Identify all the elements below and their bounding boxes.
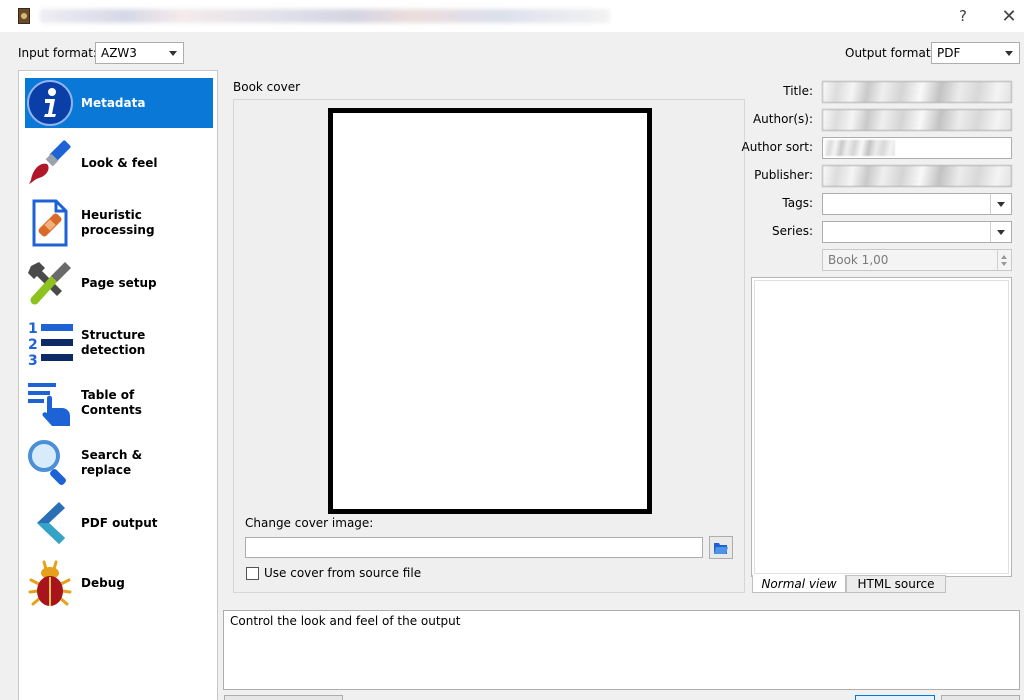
chevron-down-icon bbox=[169, 51, 177, 56]
series-label: Series: bbox=[772, 224, 813, 238]
sidebar-item-structure-detection[interactable]: 1 2 3 Structure detection bbox=[25, 318, 213, 369]
author-sort-redacted bbox=[825, 140, 895, 156]
title-field[interactable] bbox=[822, 81, 1012, 103]
bug-icon bbox=[25, 558, 75, 608]
output-format-select[interactable]: PDF bbox=[931, 42, 1020, 64]
close-button[interactable]: ✕ bbox=[986, 0, 1024, 32]
restore-defaults-button[interactable] bbox=[224, 695, 343, 700]
cancel-button[interactable] bbox=[941, 695, 1020, 700]
wrench-screwdriver-icon bbox=[25, 258, 75, 308]
divider bbox=[990, 222, 991, 242]
sidebar-item-table-of-contents[interactable]: Table of Contents bbox=[25, 378, 213, 428]
chevron-down-icon bbox=[997, 230, 1005, 235]
numbered-list-icon: 1 2 3 bbox=[25, 318, 75, 369]
comments-text-area[interactable] bbox=[754, 280, 1009, 574]
sidebar-item-label: Look & feel bbox=[81, 155, 158, 170]
publisher-field[interactable] bbox=[822, 165, 1012, 187]
sidebar-item-pdf-output[interactable]: PDF output bbox=[25, 498, 213, 548]
sidebar-item-label: Debug bbox=[81, 575, 125, 590]
sidebar-item-metadata[interactable]: Metadata bbox=[25, 78, 213, 128]
svg-text:2: 2 bbox=[28, 337, 38, 353]
sidebar-item-label: Metadata bbox=[81, 95, 146, 110]
output-format-value: PDF bbox=[937, 46, 961, 60]
chevron-down-icon[interactable] bbox=[1001, 262, 1007, 266]
spinner-divider bbox=[997, 250, 1011, 270]
title-label: Title: bbox=[783, 84, 813, 98]
sidebar-item-label-2: Contents bbox=[81, 403, 142, 417]
svg-text:3: 3 bbox=[28, 353, 38, 368]
help-text: Control the look and feel of the output bbox=[230, 614, 461, 628]
svg-text:1: 1 bbox=[28, 321, 38, 337]
sidebar-item-label: Structure bbox=[81, 328, 146, 342]
sidebar-item-label-2: replace bbox=[81, 463, 132, 477]
author-sort-field[interactable] bbox=[822, 137, 1012, 159]
book-cover-heading: Book cover bbox=[233, 80, 301, 94]
help-text-box: Control the look and feel of the output bbox=[223, 610, 1020, 690]
input-format-select[interactable]: AZW3 bbox=[95, 42, 184, 64]
input-format-label: Input format: bbox=[18, 46, 97, 60]
document-bandage-icon bbox=[25, 198, 75, 248]
authors-field[interactable] bbox=[822, 109, 1012, 131]
sidebar-item-label-2: detection bbox=[81, 343, 146, 357]
use-source-cover-checkbox[interactable] bbox=[246, 567, 259, 580]
series-index-spinner[interactable]: Book 1,00 bbox=[822, 249, 1012, 271]
series-index-value: Book 1,00 bbox=[828, 253, 889, 267]
app-icon bbox=[18, 8, 30, 24]
chevron-left-icon bbox=[25, 498, 75, 548]
folder-open-icon bbox=[714, 542, 728, 554]
sidebar: Metadata Look & feel Heuristic processin… bbox=[18, 70, 218, 700]
magnifier-icon bbox=[25, 438, 75, 488]
authors-label: Author(s): bbox=[752, 112, 813, 126]
output-format-label: Output format: bbox=[845, 46, 935, 60]
sidebar-item-label: Search & bbox=[81, 448, 143, 462]
sidebar-item-heuristic-processing[interactable]: Heuristic processing bbox=[25, 198, 213, 248]
ok-button[interactable] bbox=[855, 695, 935, 700]
help-button[interactable]: ? bbox=[940, 0, 986, 32]
author-sort-label: Author sort: bbox=[741, 140, 814, 154]
chevron-down-icon bbox=[997, 202, 1005, 207]
input-format-value: AZW3 bbox=[101, 46, 137, 60]
chevron-down-icon bbox=[1005, 51, 1013, 56]
cover-path-input[interactable] bbox=[245, 537, 703, 558]
browse-cover-button[interactable] bbox=[709, 536, 733, 559]
use-source-cover-label: Use cover from source file bbox=[264, 566, 422, 580]
sidebar-item-page-setup[interactable]: Page setup bbox=[25, 258, 213, 308]
paintbrush-icon bbox=[25, 138, 75, 188]
divider bbox=[990, 194, 991, 214]
sidebar-item-label: Heuristic bbox=[81, 208, 142, 222]
tags-field[interactable] bbox=[822, 193, 1012, 215]
sidebar-item-label-2: processing bbox=[81, 223, 155, 237]
change-cover-label: Change cover image: bbox=[245, 516, 374, 530]
sidebar-item-label: PDF output bbox=[81, 515, 158, 530]
info-icon bbox=[25, 78, 75, 128]
sidebar-item-look-and-feel[interactable]: Look & feel bbox=[25, 138, 213, 188]
comments-editor[interactable] bbox=[751, 277, 1012, 577]
sidebar-item-debug[interactable]: Debug bbox=[25, 558, 213, 608]
sidebar-item-label: Page setup bbox=[81, 275, 157, 290]
tab-html-source[interactable]: HTML source bbox=[846, 575, 946, 593]
tags-label: Tags: bbox=[782, 196, 813, 210]
book-cover-image bbox=[328, 108, 652, 514]
series-field[interactable] bbox=[822, 221, 1012, 243]
toc-hand-icon bbox=[25, 378, 75, 428]
sidebar-item-search-replace[interactable]: Search & replace bbox=[25, 438, 213, 488]
chevron-up-icon[interactable] bbox=[1001, 255, 1007, 259]
sidebar-item-label: Table of bbox=[81, 388, 135, 402]
publisher-label: Publisher: bbox=[754, 168, 813, 182]
window-title-redacted bbox=[40, 9, 610, 23]
tab-normal-view[interactable]: Normal view bbox=[752, 575, 846, 593]
